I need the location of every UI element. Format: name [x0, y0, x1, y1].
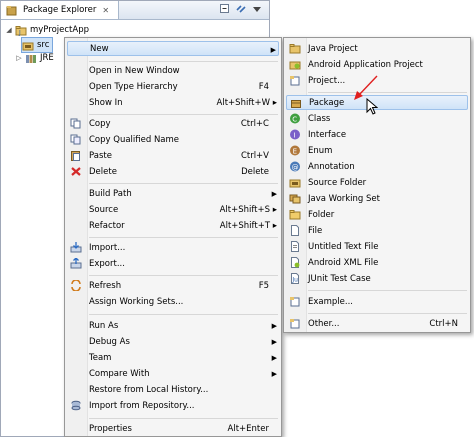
source-folder-icon: [289, 177, 301, 188]
collapse-all-icon[interactable]: [219, 3, 231, 15]
menu-item-import[interactable]: Import...: [67, 240, 279, 255]
menu-item-source-folder[interactable]: Source Folder: [286, 175, 468, 190]
class-icon: C: [289, 113, 301, 124]
menu-item-compare-with[interactable]: Compare With ▶: [67, 366, 279, 381]
menu-item-android-xml-file[interactable]: Android XML File: [286, 255, 468, 270]
example-icon: [289, 296, 301, 307]
menu-item-delete[interactable]: Delete Delete: [67, 164, 279, 179]
menu-item-android-application-project[interactable]: Android Application Project: [286, 57, 468, 72]
link-with-editor-icon[interactable]: [235, 3, 247, 15]
enum-icon: E: [289, 145, 301, 156]
android-xml-file-icon: [289, 257, 301, 268]
submenu-arrow-icon: ▶: [271, 322, 277, 330]
paste-icon: [70, 150, 82, 161]
menu-item-folder[interactable]: Folder: [286, 207, 468, 222]
menu-item-file[interactable]: File: [286, 223, 468, 238]
working-set-icon: [289, 193, 301, 204]
refresh-icon: [70, 280, 82, 291]
svg-text:Ju: Ju: [291, 277, 298, 284]
mouse-cursor-icon: [366, 98, 378, 115]
package-explorer-tab[interactable]: Package Explorer ✕: [1, 1, 119, 19]
expand-arrow-icon[interactable]: ▷: [15, 54, 23, 62]
menu-item-run-as[interactable]: Run As ▶: [67, 318, 279, 333]
library-icon: [25, 53, 37, 64]
android-project-icon: [289, 59, 301, 70]
import-icon: [70, 242, 82, 253]
menu-item-untitled-text-file[interactable]: Untitled Text File: [286, 239, 468, 254]
close-icon[interactable]: ✕: [102, 6, 109, 15]
package-explorer-icon: [5, 5, 17, 16]
menu-item-assign-working-sets[interactable]: Assign Working Sets...: [67, 294, 279, 309]
menu-item-java-project[interactable]: Java Project: [286, 41, 468, 56]
menu-item-enum[interactable]: E Enum: [286, 143, 468, 158]
menu-item-junit-test-case[interactable]: Ju JUnit Test Case: [286, 271, 468, 286]
submenu-arrow-icon: ▶: [271, 370, 277, 378]
interface-icon: I: [289, 129, 301, 140]
source-folder-icon: [22, 40, 34, 51]
text-file-icon: [289, 241, 301, 252]
menu-item-build-path[interactable]: Build Path ▶: [67, 186, 279, 201]
menu-item-source[interactable]: Source Alt+Shift+S ▸: [67, 202, 279, 217]
view-tab-bar: Package Explorer ✕: [1, 1, 269, 20]
submenu-arrow-icon: ▶: [271, 338, 277, 346]
context-menu: New ▶ Open in New Window Open Type Hiera…: [64, 37, 282, 437]
menu-item-other[interactable]: Other... Ctrl+N: [286, 316, 468, 331]
tree-item-jre[interactable]: ▷ JRE: [15, 51, 54, 65]
java-project-icon: J: [15, 25, 27, 36]
menu-item-refresh[interactable]: Refresh F5: [67, 278, 279, 293]
java-project-icon: [289, 43, 301, 54]
package-icon: [290, 98, 302, 109]
file-icon: [289, 225, 301, 236]
copy-qualified-name-icon: [70, 134, 82, 145]
delete-icon: [70, 166, 82, 177]
view-title: Package Explorer: [23, 5, 97, 15]
submenu-arrow-icon: ▶: [271, 190, 277, 198]
copy-icon: [70, 118, 82, 129]
menu-item-example[interactable]: Example...: [286, 294, 468, 309]
svg-text:E: E: [293, 147, 297, 155]
repository-import-icon: [70, 400, 82, 411]
menu-item-copy-qualified-name[interactable]: Copy Qualified Name: [67, 132, 279, 147]
annotation-icon: @: [289, 161, 301, 172]
svg-text:@: @: [292, 163, 299, 171]
menu-item-show-in[interactable]: Show In Alt+Shift+W ▸: [67, 95, 279, 110]
tree-item-label: JRE: [40, 53, 54, 63]
submenu-arrow-icon: ▶: [271, 354, 277, 362]
menu-item-export[interactable]: Export...: [67, 256, 279, 271]
menu-item-restore-from-local-history[interactable]: Restore from Local History...: [67, 382, 279, 397]
menu-item-interface[interactable]: I Interface: [286, 127, 468, 142]
new-project-icon: [289, 75, 301, 86]
tree-item-label: src: [37, 40, 50, 50]
folder-icon: [289, 209, 301, 220]
submenu-arrow-icon: ▶: [270, 46, 276, 54]
svg-text:I: I: [294, 131, 296, 139]
menu-item-annotation[interactable]: @ Annotation: [286, 159, 468, 174]
menu-item-open-in-new-window[interactable]: Open in New Window: [67, 63, 279, 78]
junit-icon: Ju: [289, 273, 301, 284]
menu-item-open-type-hierarchy[interactable]: Open Type Hierarchy F4: [67, 79, 279, 94]
tree-item-label: myProjectApp: [30, 25, 89, 35]
menu-item-copy[interactable]: Copy Ctrl+C: [67, 116, 279, 131]
menu-item-import-from-repository[interactable]: Import from Repository...: [67, 398, 279, 413]
svg-text:J: J: [18, 29, 21, 36]
view-menu-icon[interactable]: [251, 3, 263, 15]
menu-item-debug-as[interactable]: Debug As ▶: [67, 334, 279, 349]
menu-item-java-working-set[interactable]: Java Working Set: [286, 191, 468, 206]
collapse-arrow-icon[interactable]: ◢: [5, 26, 13, 34]
svg-text:C: C: [292, 115, 297, 123]
menu-item-paste[interactable]: Paste Ctrl+V: [67, 148, 279, 163]
menu-item-team[interactable]: Team ▶: [67, 350, 279, 365]
menu-item-properties[interactable]: Properties Alt+Enter: [67, 421, 279, 436]
other-wizard-icon: [289, 318, 301, 329]
menu-item-new[interactable]: New ▶: [67, 41, 279, 56]
menu-item-refactor[interactable]: Refactor Alt+Shift+T ▸: [67, 218, 279, 233]
export-icon: [70, 258, 82, 269]
tree-item-project[interactable]: ◢ J myProjectApp: [5, 23, 89, 37]
